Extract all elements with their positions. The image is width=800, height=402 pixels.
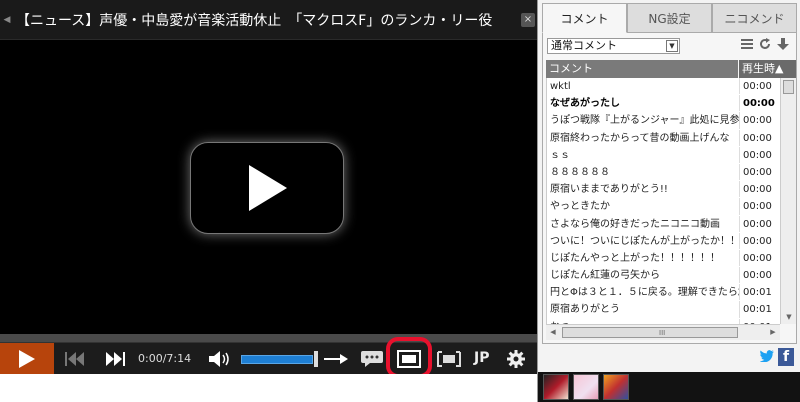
- play-icon: [19, 350, 35, 368]
- column-header-comment[interactable]: コメント: [546, 60, 739, 78]
- video-screen[interactable]: [0, 41, 537, 334]
- language-button[interactable]: JP: [474, 350, 489, 366]
- scroll-thumb[interactable]: III: [562, 327, 738, 338]
- comment-filter-value: 通常コメント: [551, 39, 617, 52]
- comment-text: 円とΦは３と１．５に戻る。理解できたら創: [547, 284, 740, 301]
- comment-panel: コメント NG設定 ニコメンド 通常コメント ▼ コメント 再生時▲ wktl …: [537, 0, 800, 402]
- title-prev-icon[interactable]: ◀: [0, 15, 14, 25]
- seek-bar[interactable]: [0, 334, 537, 342]
- play-button[interactable]: [0, 343, 54, 375]
- player-footer: [0, 374, 537, 402]
- comment-time: 00:00: [743, 115, 772, 127]
- comment-time: 00:00: [743, 201, 772, 213]
- comment-row[interactable]: 円とΦは３と１．５に戻る。理解できたら創 00:01: [547, 284, 780, 302]
- scroll-down-arrow-icon[interactable]: ▼: [781, 310, 797, 324]
- comment-time: 00:00: [743, 98, 775, 110]
- comment-row[interactable]: 原宿終わったからって昔の動画上げんな 00:00: [547, 129, 780, 147]
- comment-time: 00:00: [743, 252, 772, 264]
- comment-time: 00:00: [743, 149, 772, 161]
- comment-row[interactable]: なぜあがったし 00:00: [547, 95, 780, 113]
- panel-tabs: コメント NG設定 ニコメンド: [542, 3, 797, 33]
- comment-text: うぽつ戦隊『上がるンジャー』此処に見参！: [547, 112, 740, 129]
- comment-text: wktl: [547, 78, 740, 95]
- comment-text: やっときたか: [547, 198, 740, 215]
- play-overlay-button[interactable]: [190, 142, 344, 234]
- comment-time: 00:00: [743, 270, 772, 282]
- play-icon: [249, 165, 287, 211]
- list-view-icon[interactable]: [740, 38, 754, 52]
- related-video-thumbnail[interactable]: [543, 374, 569, 400]
- comment-time: 00:00: [743, 184, 772, 196]
- video-title: 【ニュース】声優・中島愛が音楽活動休止 「マクロスF」のランカ・リー役: [16, 12, 493, 29]
- comment-text: じぽたんやっと上がった！！！！！！: [547, 249, 740, 267]
- comment-row[interactable]: やっときたか 00:00: [547, 198, 780, 216]
- comment-text: ついに！ついにじぽたんが上がったか！！！: [547, 232, 740, 249]
- skip-forward-icon[interactable]: [104, 343, 128, 375]
- related-video-thumbnail[interactable]: [573, 374, 599, 400]
- related-video-thumbnail[interactable]: [603, 374, 629, 400]
- skip-back-icon[interactable]: [64, 343, 86, 375]
- highlight-ring: [386, 337, 432, 378]
- comment-panel-body: 通常コメント ▼ コメント 再生時▲ wktl 00:00 なぜあがったし 00:00…: [542, 33, 797, 344]
- fullscreen-icon[interactable]: [436, 343, 462, 375]
- related-video-strip: [538, 372, 800, 402]
- comment-row[interactable]: ｓｓ 00:00: [547, 146, 780, 164]
- comment-row[interactable]: さよなら俺の好きだったニコニコ動画 00:00: [547, 215, 780, 233]
- download-arrow-icon[interactable]: [776, 38, 790, 52]
- comment-text: ｓｓ: [547, 146, 740, 163]
- comment-time: 00:01: [743, 304, 772, 316]
- time-display: 0:00/7:14: [138, 352, 192, 365]
- scroll-grip: III: [659, 329, 666, 337]
- vertical-scrollbar[interactable]: ▼: [780, 78, 796, 324]
- comment-time: 00:00: [743, 166, 772, 178]
- tab-nicommend[interactable]: ニコメンド: [712, 3, 797, 33]
- scroll-thumb[interactable]: [783, 80, 794, 94]
- refresh-icon[interactable]: [758, 38, 772, 52]
- comment-time: 00:00: [743, 218, 772, 230]
- control-bar: 0:00/7:14 JP: [0, 342, 537, 375]
- title-bar: ◀ 【ニュース】声優・中島愛が音楽活動休止 「マクロスF」のランカ・リー役 ×: [0, 0, 537, 40]
- volume-knob[interactable]: [314, 351, 318, 367]
- comment-row[interactable]: ついに！ついにじぽたんが上がったか！！！ 00:00: [547, 232, 780, 250]
- tab-comments[interactable]: コメント: [542, 3, 627, 33]
- horizontal-scrollbar[interactable]: ◀ III ▶: [546, 324, 780, 340]
- column-header-time[interactable]: 再生時▲: [739, 60, 796, 78]
- comment-row[interactable]: じぽたん紅蓮の弓矢から 00:00: [547, 267, 780, 285]
- close-icon[interactable]: ×: [521, 12, 535, 27]
- comment-text: 原宿いままでありがとう!!: [547, 181, 740, 198]
- volume-icon[interactable]: [207, 343, 233, 375]
- comment-text: 原宿終わったからって昔の動画上げんな: [547, 129, 740, 146]
- volume-slider[interactable]: [241, 355, 313, 364]
- chevron-down-icon: ▼: [666, 40, 678, 52]
- facebook-icon[interactable]: f: [778, 348, 794, 366]
- comment-time: 00:00: [743, 81, 772, 92]
- comment-text: 原宿ありがとう: [547, 301, 740, 318]
- comment-time: 00:00: [743, 132, 772, 144]
- comment-text: ８８８８８８: [547, 163, 740, 181]
- tab-ng-settings[interactable]: NG設定: [627, 3, 712, 33]
- video-player: ◀ 【ニュース】声優・中島愛が音楽活動休止 「マクロスF」のランカ・リー役 ×: [0, 0, 537, 402]
- twitter-icon[interactable]: [759, 350, 774, 364]
- comment-text: さよなら俺の好きだったニコニコ動画: [547, 215, 740, 232]
- comment-list[interactable]: wktl 00:00 なぜあがったし 00:00 うぽつ戦隊『上がるンジャー』此処に見参…: [546, 78, 780, 324]
- comment-list-header: コメント 再生時▲: [546, 60, 796, 78]
- comment-time: 00:00: [743, 235, 772, 247]
- scroll-left-arrow-icon[interactable]: ◀: [546, 325, 560, 340]
- comment-row[interactable]: 原宿ありがとう 00:01: [547, 301, 780, 319]
- comment-row[interactable]: wktl 00:00: [547, 78, 780, 96]
- comment-text: じぽたん紅蓮の弓矢から: [547, 267, 740, 284]
- comment-row[interactable]: ８８８８８８ 00:00: [547, 163, 780, 182]
- comment-text: なぜあがったし: [547, 95, 740, 112]
- comment-row[interactable]: うぽつ戦隊『上がるンジャー』此処に見参！ 00:00: [547, 112, 780, 130]
- comment-filter-select[interactable]: 通常コメント ▼: [547, 38, 680, 54]
- comment-row[interactable]: 原宿いままでありがとう!! 00:00: [547, 181, 780, 199]
- share-bar: f: [542, 344, 797, 370]
- gear-icon[interactable]: [504, 343, 528, 375]
- scroll-right-arrow-icon[interactable]: ▶: [766, 325, 780, 340]
- comment-bubble-icon[interactable]: [359, 343, 385, 375]
- comment-time: 00:01: [743, 287, 772, 299]
- comment-row[interactable]: じぽたんやっと上がった！！！！！！ 00:00: [547, 249, 780, 268]
- comment-toggle-arrow-icon[interactable]: [323, 343, 349, 375]
